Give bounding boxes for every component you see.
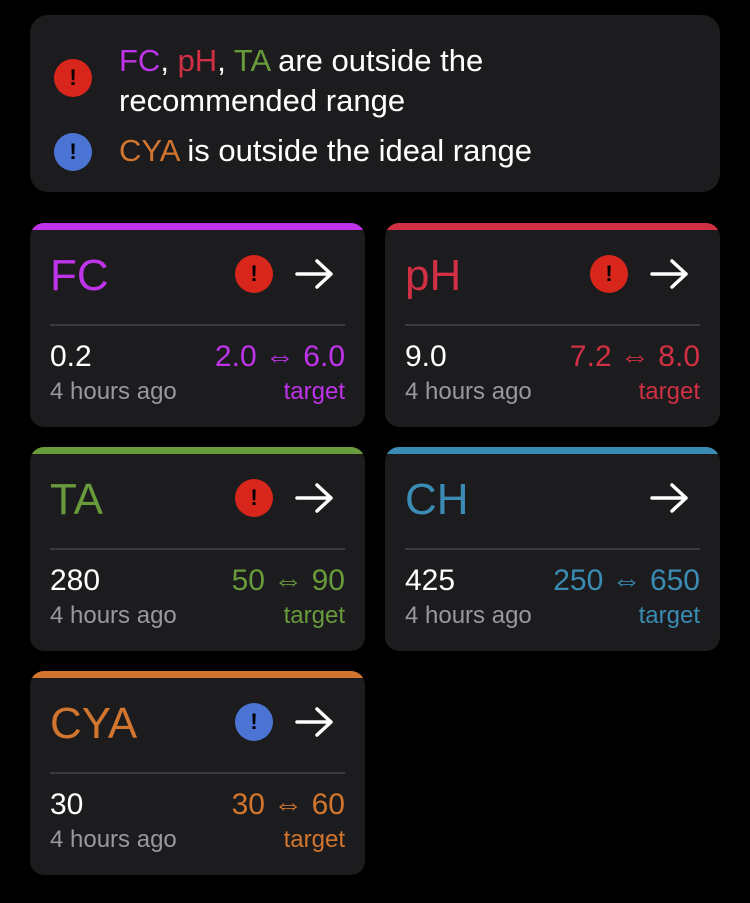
card-target-range: 30 ⇔ 60 bbox=[231, 788, 345, 821]
card-target-label: target bbox=[283, 602, 345, 629]
card-accent-bar bbox=[385, 447, 720, 454]
alert-ta-label: TA bbox=[233, 43, 270, 78]
card-accent-bar bbox=[30, 671, 365, 678]
card-value: 9.0 bbox=[405, 340, 447, 373]
arrow-right-icon[interactable] bbox=[650, 257, 690, 291]
divider bbox=[405, 548, 700, 550]
card-title: FC bbox=[50, 251, 109, 300]
divider bbox=[50, 324, 345, 326]
alert-text-line1: are outside the bbox=[269, 43, 484, 78]
card-target-range: 2.0 ⇔ 6.0 bbox=[214, 340, 345, 373]
alert-ph-label: pH bbox=[177, 43, 218, 78]
card-timestamp: 4 hours ago bbox=[405, 602, 532, 629]
card-value: 280 bbox=[50, 564, 101, 597]
alert-sep: , bbox=[160, 43, 178, 78]
alert-sep: , bbox=[217, 43, 234, 78]
card-timestamp: 4 hours ago bbox=[405, 378, 532, 405]
card-value: 30 bbox=[50, 788, 84, 821]
alert-fc-label: FC bbox=[119, 43, 161, 78]
arrow-right-icon[interactable] bbox=[295, 705, 335, 739]
exclamation-icon: ! bbox=[54, 133, 92, 171]
card-title: pH bbox=[405, 251, 462, 300]
arrow-right-icon[interactable] bbox=[295, 481, 335, 515]
card-target-label: target bbox=[283, 826, 345, 853]
card-target-range: 7.2 ⇔ 8.0 bbox=[569, 340, 700, 373]
card-fc[interactable]: FC ! 0.2 4 hours ago 2.0 ⇔ 6.0 target bbox=[30, 223, 365, 427]
alert-ideal-suffix: is outside the ideal range bbox=[178, 133, 533, 168]
alert-text-line2: recommended range bbox=[119, 83, 406, 118]
card-timestamp: 4 hours ago bbox=[50, 602, 177, 629]
card-target-label: target bbox=[638, 378, 700, 405]
card-title: TA bbox=[50, 475, 103, 524]
divider bbox=[50, 772, 345, 774]
card-ph[interactable]: pH ! 9.0 4 hours ago 7.2 ⇔ 8.0 target bbox=[385, 223, 720, 427]
arrow-right-icon[interactable] bbox=[650, 481, 690, 515]
card-ch[interactable]: CH 425 4 hours ago 250 ⇔ 650 target bbox=[385, 447, 720, 651]
card-target-range: 50 ⇔ 90 bbox=[231, 564, 345, 597]
card-target-range: 250 ⇔ 650 bbox=[553, 564, 700, 597]
card-value: 425 bbox=[405, 564, 456, 597]
card-title: CYA bbox=[50, 699, 138, 748]
card-title: CH bbox=[405, 475, 469, 524]
exclamation-icon: ! bbox=[54, 59, 92, 97]
divider bbox=[405, 324, 700, 326]
alert-cya-label: CYA bbox=[119, 133, 179, 168]
card-timestamp: 4 hours ago bbox=[50, 826, 177, 853]
alert-recommended-text: FC, pH, TA are outside the recommended r… bbox=[119, 41, 483, 121]
card-accent-bar bbox=[30, 223, 365, 230]
exclamation-icon: ! bbox=[590, 255, 628, 293]
exclamation-icon: ! bbox=[235, 479, 273, 517]
card-timestamp: 4 hours ago bbox=[50, 378, 177, 405]
card-target-label: target bbox=[638, 602, 700, 629]
exclamation-icon: ! bbox=[235, 703, 273, 741]
exclamation-icon: ! bbox=[235, 255, 273, 293]
alert-summary: ! FC, pH, TA are outside the recommended… bbox=[30, 15, 720, 192]
card-ta[interactable]: TA ! 280 4 hours ago 50 ⇔ 90 target bbox=[30, 447, 365, 651]
card-value: 0.2 bbox=[50, 340, 92, 373]
card-accent-bar bbox=[30, 447, 365, 454]
card-accent-bar bbox=[385, 223, 720, 230]
divider bbox=[50, 548, 345, 550]
card-target-label: target bbox=[283, 378, 345, 405]
card-cya[interactable]: CYA ! 30 4 hours ago 30 ⇔ 60 target bbox=[30, 671, 365, 875]
alert-ideal-text: CYA is outside the ideal range bbox=[119, 131, 532, 171]
arrow-right-icon[interactable] bbox=[295, 257, 335, 291]
